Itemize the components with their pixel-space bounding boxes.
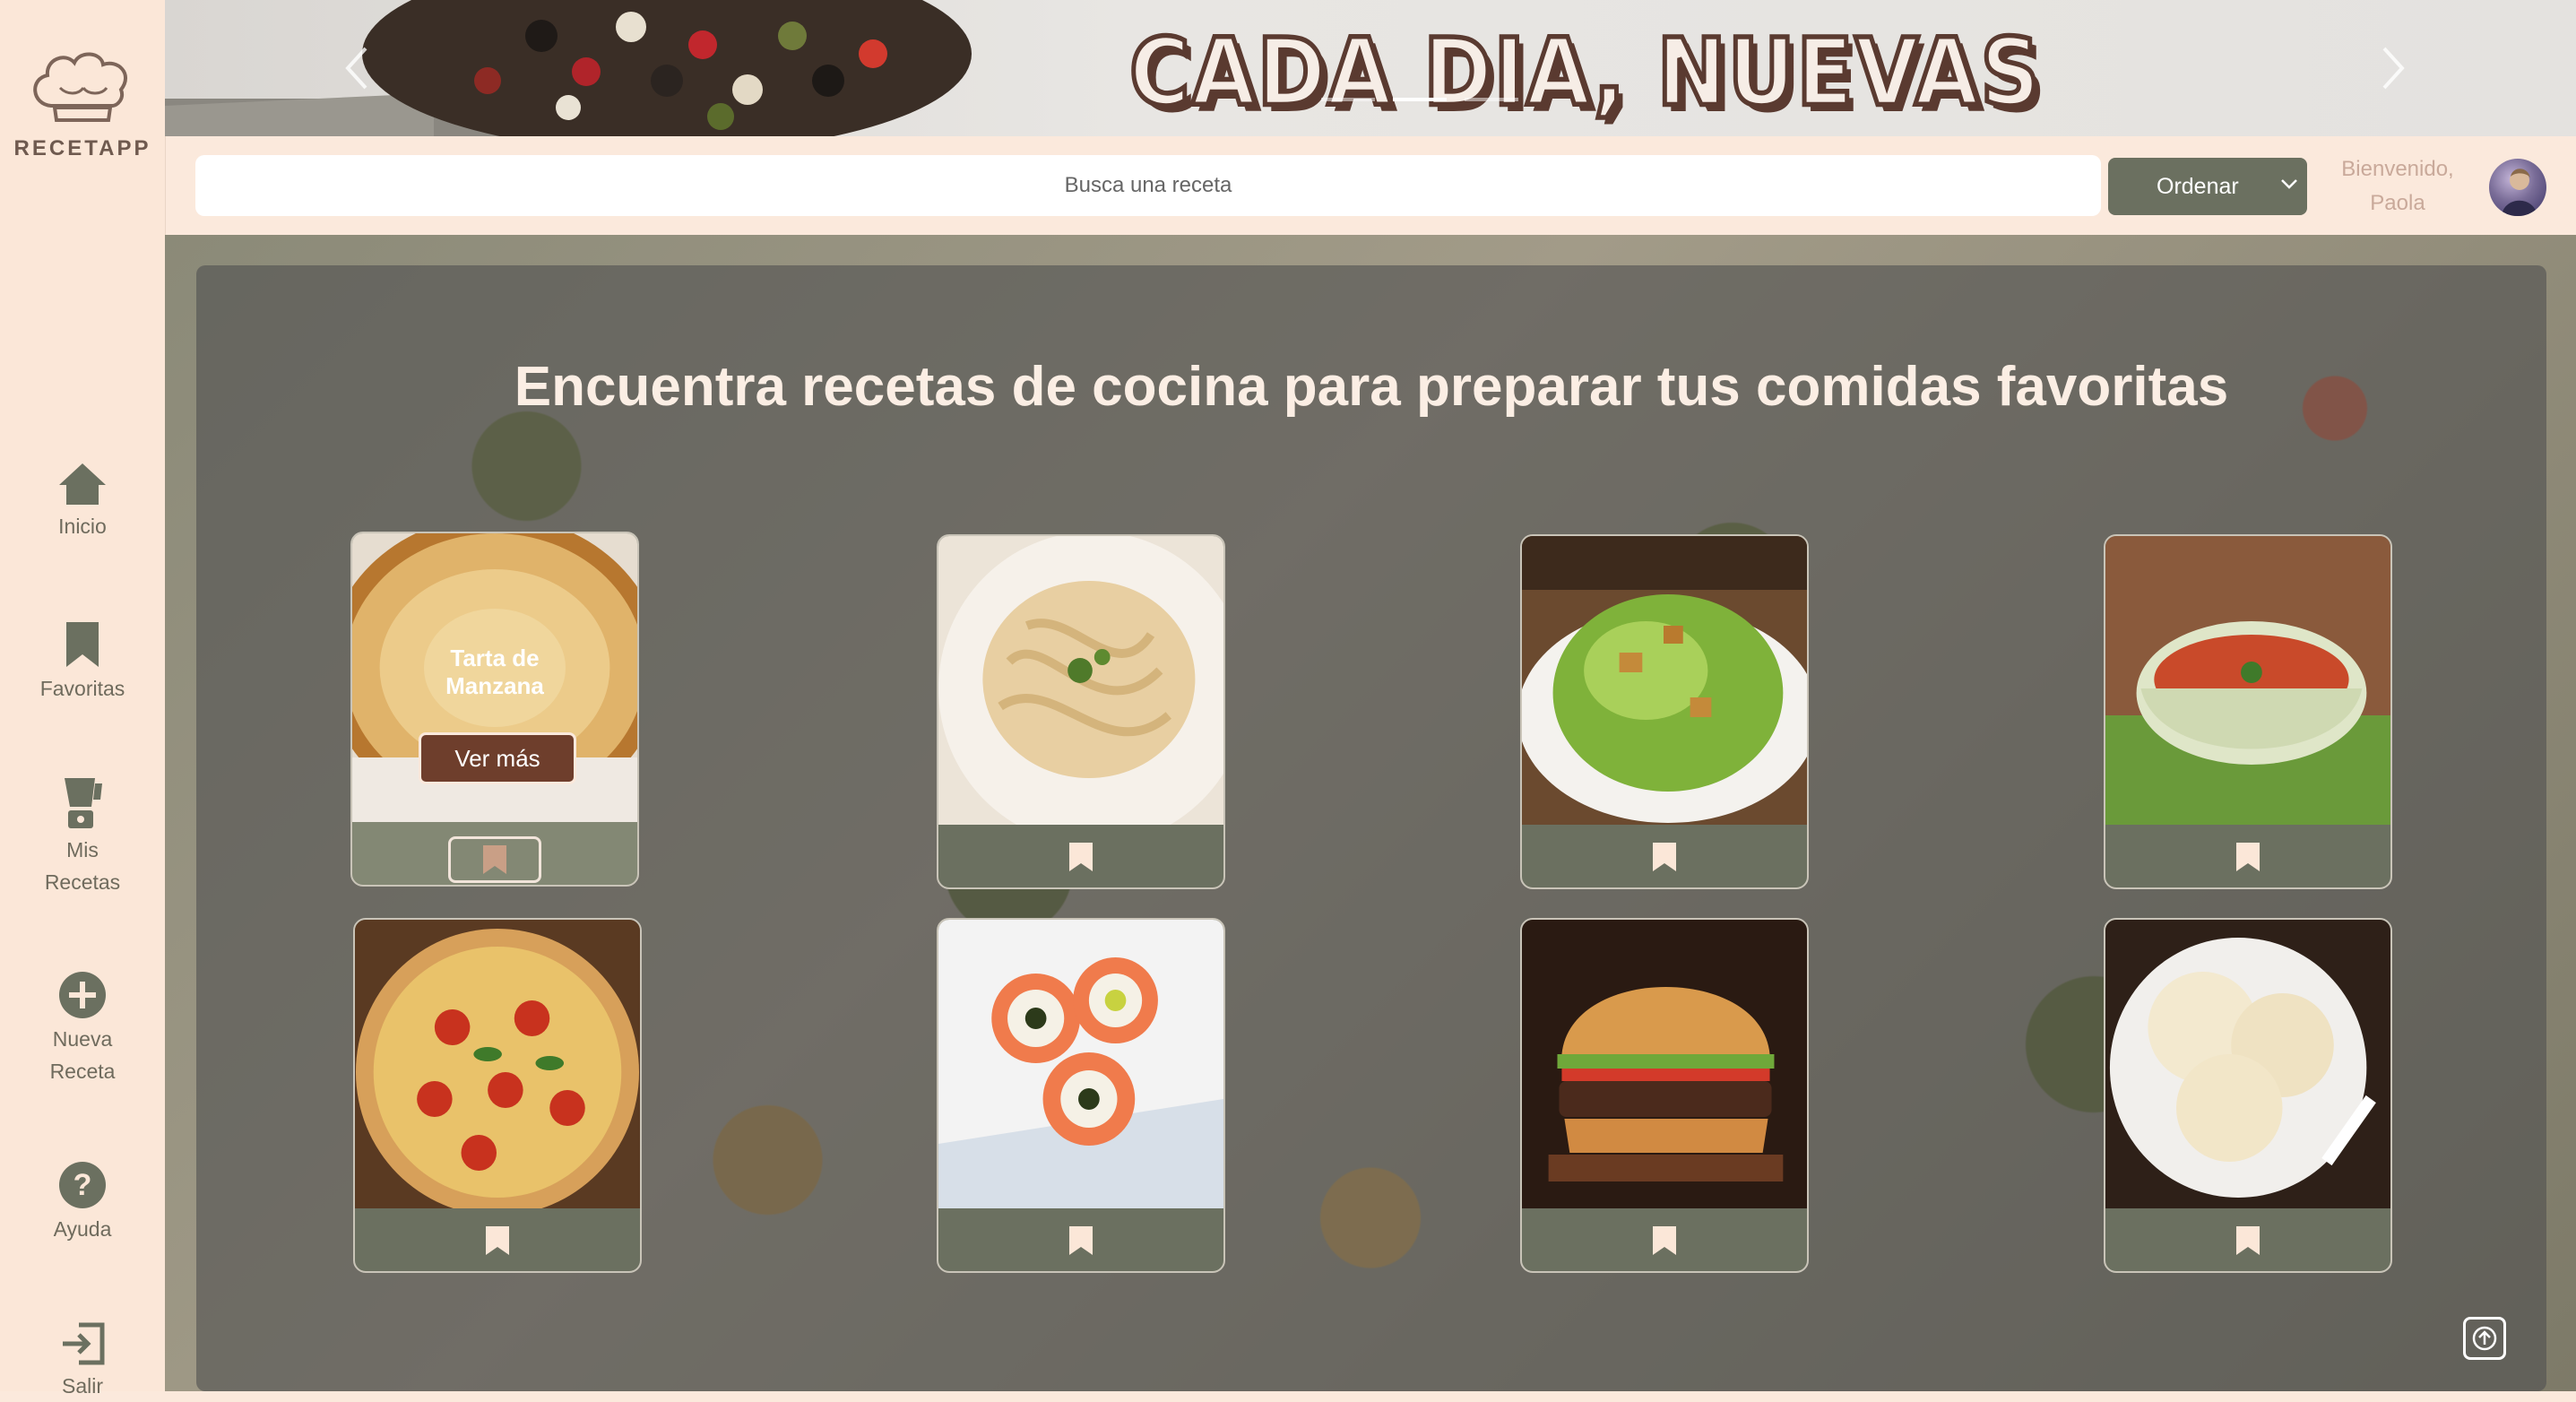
sort-label: Ordenar (2157, 173, 2239, 199)
sidebar-item-label: Favoritas (39, 677, 125, 700)
recipe-image-fettuccine-alfredo (938, 536, 1223, 825)
chevron-down-icon (2281, 179, 2297, 189)
sidebar-item-label: Inicio (58, 515, 107, 538)
logo[interactable]: RECETAPP (0, 43, 165, 161)
sidebar-item-label: Ayuda (53, 1217, 112, 1241)
recipe-card[interactable] (2104, 918, 2392, 1273)
arrow-up-icon (2472, 1326, 2497, 1351)
sort-dropdown[interactable]: Ordenar (2108, 158, 2307, 215)
recipe-image-burger (1522, 920, 1807, 1208)
sidebar-item-label: Salir (61, 1374, 103, 1398)
bookmark-icon[interactable] (1068, 1225, 1094, 1257)
recipe-title: Tarta de Manzana (352, 645, 637, 700)
sidebar: RECETAPP Inicio Favoritas Mis Recetas Nu… (0, 0, 166, 1398)
recipe-card[interactable] (2104, 534, 2392, 889)
welcome-message: Bienvenido, Paola (2321, 152, 2474, 221)
sidebar-item-salir[interactable]: Salir (0, 1321, 165, 1402)
recipe-card[interactable]: Tarta de Manzana Ver más (350, 532, 639, 887)
view-more-button[interactable]: Ver más (419, 732, 576, 784)
welcome-line1: Bienvenido, (2341, 157, 2454, 181)
recipe-card[interactable] (1520, 534, 1809, 889)
page-heading: Encuentra recetas de cocina para prepara… (514, 356, 2229, 418)
help-icon: ? (59, 1162, 106, 1208)
bookmark-icon[interactable] (1651, 841, 1678, 873)
recipe-title-line2: Manzana (445, 672, 544, 699)
sidebar-item-inicio[interactable]: Inicio (0, 462, 165, 542)
svg-text:?: ? (73, 1168, 92, 1202)
bookmark-icon[interactable] (484, 1225, 511, 1257)
recipe-card[interactable] (1520, 918, 1809, 1273)
carousel-indicators[interactable] (1321, 97, 1590, 102)
bookmark-icon[interactable] (1068, 841, 1094, 873)
spice-spoon-image (165, 0, 972, 136)
carousel-next-icon[interactable] (2370, 41, 2415, 95)
recipe-title-line1: Tarta de (450, 645, 540, 671)
sidebar-item-ayuda[interactable]: ? Ayuda (0, 1161, 165, 1245)
sidebar-item-label-line1: Mis (66, 838, 99, 861)
recipe-card[interactable] (937, 534, 1225, 889)
plus-circle-icon (59, 972, 106, 1018)
sidebar-item-favoritas[interactable]: Favoritas (0, 620, 165, 705)
sidebar-item-label-line2: Receta (49, 1060, 116, 1083)
recipe-image-sushi-rolls (938, 920, 1223, 1208)
avatar[interactable] (2489, 159, 2546, 216)
recipe-image-tomato-soup (2105, 536, 2390, 825)
scroll-to-top-button[interactable] (2463, 1317, 2506, 1360)
sidebar-item-label-line1: Nueva (52, 1027, 113, 1051)
sidebar-item-mis-recetas[interactable]: Mis Recetas (0, 776, 165, 898)
bookmark-icon (66, 622, 99, 667)
bookmark-icon[interactable] (2235, 841, 2261, 873)
bookmark-icon[interactable] (2235, 1225, 2261, 1257)
recipe-image-vanilla-ice-cream (2105, 920, 2390, 1208)
hero-banner: CADA DIA, NUEVAS RECETAS (165, 0, 2576, 136)
welcome-user-name: Paola (2370, 191, 2425, 215)
search-input[interactable] (195, 155, 2101, 216)
favorite-button[interactable] (448, 836, 541, 883)
recipe-card[interactable] (937, 918, 1225, 1273)
blender-icon (65, 778, 102, 828)
recipe-image-pizza (355, 920, 640, 1208)
chef-hat-icon (33, 52, 128, 122)
carousel-prev-icon[interactable] (335, 41, 380, 95)
app-name: RECETAPP (13, 136, 151, 160)
sidebar-item-label-line2: Recetas (44, 870, 121, 894)
recipe-card[interactable] (353, 918, 642, 1273)
sidebar-item-nueva-receta[interactable]: Nueva Receta (0, 971, 165, 1087)
logout-icon (63, 1322, 105, 1365)
bookmark-icon[interactable] (1651, 1225, 1678, 1257)
bookmark-icon (483, 845, 506, 874)
banner-title: CADA DIA, NUEVAS RECETAS (1128, 16, 2043, 136)
home-icon (59, 463, 106, 505)
user-photo (2502, 169, 2537, 216)
recipe-image-caesar-salad (1522, 536, 1807, 825)
